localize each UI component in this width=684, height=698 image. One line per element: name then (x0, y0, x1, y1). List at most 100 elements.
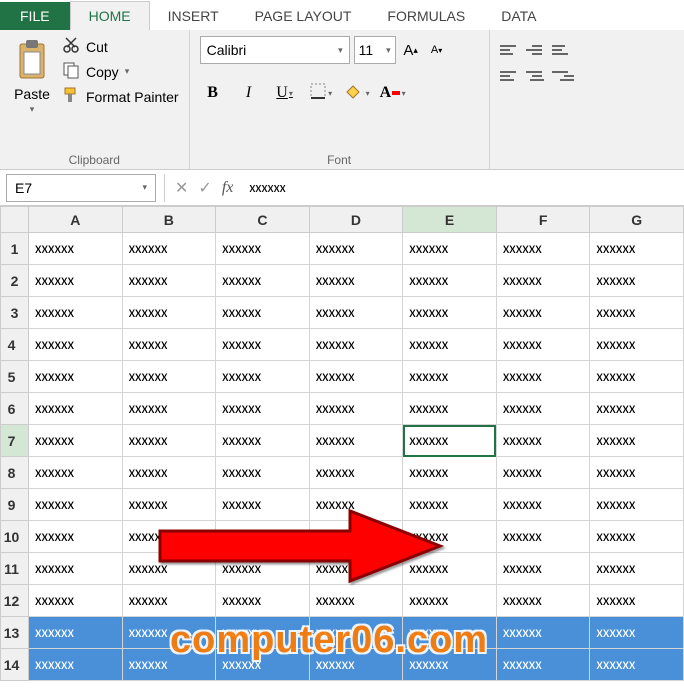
cell-E2[interactable]: xxxxxx (403, 265, 497, 297)
cell-G5[interactable]: xxxxxx (590, 361, 684, 393)
cell-C2[interactable]: xxxxxx (216, 265, 310, 297)
cell-C10[interactable]: xxxxxx (216, 521, 310, 553)
format-painter-button[interactable]: Format Painter (62, 86, 179, 107)
cell-A6[interactable]: xxxxxx (29, 393, 123, 425)
cell-E9[interactable]: xxxxxx (403, 489, 497, 521)
cell-E12[interactable]: xxxxxx (403, 585, 497, 617)
cell-A9[interactable]: xxxxxx (29, 489, 123, 521)
row-header-13[interactable]: 13 (1, 617, 29, 649)
cell-E13[interactable]: xxxxxx (403, 617, 497, 649)
cell-F12[interactable]: xxxxxx (496, 585, 590, 617)
cell-G2[interactable]: xxxxxx (590, 265, 684, 297)
cell-B3[interactable]: xxxxxx (122, 297, 216, 329)
italic-button[interactable]: I (236, 80, 262, 106)
name-box[interactable]: E7 ▾ (6, 174, 156, 202)
cell-D14[interactable]: xxxxxx (309, 649, 403, 681)
cell-E6[interactable]: xxxxxx (403, 393, 497, 425)
col-header-E[interactable]: E (403, 207, 497, 233)
cell-F1[interactable]: xxxxxx (496, 233, 590, 265)
cell-B12[interactable]: xxxxxx (122, 585, 216, 617)
shrink-font-button[interactable]: A▾ (426, 39, 448, 61)
row-header-8[interactable]: 8 (1, 457, 29, 489)
cell-A10[interactable]: xxxxxx (29, 521, 123, 553)
cell-D12[interactable]: xxxxxx (309, 585, 403, 617)
cell-F2[interactable]: xxxxxx (496, 265, 590, 297)
cell-E7[interactable]: xxxxxx (403, 425, 497, 457)
row-header-10[interactable]: 10 (1, 521, 29, 553)
cell-C1[interactable]: xxxxxx (216, 233, 310, 265)
cell-C8[interactable]: xxxxxx (216, 457, 310, 489)
cancel-icon[interactable]: ✕ (175, 178, 188, 198)
cell-A2[interactable]: xxxxxx (29, 265, 123, 297)
align-center-button[interactable] (526, 66, 548, 86)
cell-B1[interactable]: xxxxxx (122, 233, 216, 265)
col-header-C[interactable]: C (216, 207, 310, 233)
cell-G1[interactable]: xxxxxx (590, 233, 684, 265)
cell-G9[interactable]: xxxxxx (590, 489, 684, 521)
col-header-A[interactable]: A (29, 207, 123, 233)
font-name-select[interactable]: Calibri ▾ (200, 36, 350, 64)
cell-C9[interactable]: xxxxxx (216, 489, 310, 521)
tab-page-layout[interactable]: PAGE LAYOUT (237, 2, 370, 30)
cell-E4[interactable]: xxxxxx (403, 329, 497, 361)
cell-F10[interactable]: xxxxxx (496, 521, 590, 553)
align-right-button[interactable] (552, 66, 574, 86)
cell-E14[interactable]: xxxxxx (403, 649, 497, 681)
row-header-2[interactable]: 2 (1, 265, 29, 297)
cell-F6[interactable]: xxxxxx (496, 393, 590, 425)
cell-A12[interactable]: xxxxxx (29, 585, 123, 617)
cell-C14[interactable]: xxxxxx (216, 649, 310, 681)
cell-F11[interactable]: xxxxxx (496, 553, 590, 585)
row-header-6[interactable]: 6 (1, 393, 29, 425)
cell-G11[interactable]: xxxxxx (590, 553, 684, 585)
border-button[interactable]: ▾ (308, 80, 334, 106)
cell-F14[interactable]: xxxxxx (496, 649, 590, 681)
cell-D10[interactable]: xxxxxx (309, 521, 403, 553)
grow-font-button[interactable]: A▴ (400, 39, 422, 61)
cell-C12[interactable]: xxxxxx (216, 585, 310, 617)
cell-C4[interactable]: xxxxxx (216, 329, 310, 361)
cell-D4[interactable]: xxxxxx (309, 329, 403, 361)
cell-A5[interactable]: xxxxxx (29, 361, 123, 393)
align-top-button[interactable] (500, 40, 522, 60)
cell-D5[interactable]: xxxxxx (309, 361, 403, 393)
row-header-14[interactable]: 14 (1, 649, 29, 681)
tab-file[interactable]: FILE (0, 2, 70, 30)
cell-A8[interactable]: xxxxxx (29, 457, 123, 489)
cell-B13[interactable]: xxxxxx (122, 617, 216, 649)
font-size-select[interactable]: 11 ▾ (354, 36, 396, 64)
cell-B14[interactable]: xxxxxx (122, 649, 216, 681)
cell-A7[interactable]: xxxxxx (29, 425, 123, 457)
cell-D2[interactable]: xxxxxx (309, 265, 403, 297)
row-header-3[interactable]: 3 (1, 297, 29, 329)
cell-G6[interactable]: xxxxxx (590, 393, 684, 425)
cell-C11[interactable]: xxxxxx (216, 553, 310, 585)
worksheet[interactable]: ABCDEFG1xxxxxxxxxxxxxxxxxxxxxxxxxxxxxxxx… (0, 206, 684, 681)
tab-home[interactable]: HOME (70, 1, 150, 30)
cell-D13[interactable]: xxxxxx (309, 617, 403, 649)
cell-G7[interactable]: xxxxxx (590, 425, 684, 457)
cell-B9[interactable]: xxxxxx (122, 489, 216, 521)
cell-F7[interactable]: xxxxxx (496, 425, 590, 457)
cell-A11[interactable]: xxxxxx (29, 553, 123, 585)
cell-A3[interactable]: xxxxxx (29, 297, 123, 329)
cell-E1[interactable]: xxxxxx (403, 233, 497, 265)
underline-button[interactable]: U▾ (272, 80, 298, 106)
cell-D11[interactable]: xxxxxx (309, 553, 403, 585)
cell-B11[interactable]: xxxxxx (122, 553, 216, 585)
cell-D8[interactable]: xxxxxx (309, 457, 403, 489)
cell-B4[interactable]: xxxxxx (122, 329, 216, 361)
tab-data[interactable]: DATA (483, 2, 554, 30)
align-bottom-button[interactable] (552, 40, 574, 60)
cell-A4[interactable]: xxxxxx (29, 329, 123, 361)
cell-F4[interactable]: xxxxxx (496, 329, 590, 361)
cell-A14[interactable]: xxxxxx (29, 649, 123, 681)
cell-F9[interactable]: xxxxxx (496, 489, 590, 521)
cell-G12[interactable]: xxxxxx (590, 585, 684, 617)
cell-D7[interactable]: xxxxxx (309, 425, 403, 457)
cell-C13[interactable]: xxxxxx (216, 617, 310, 649)
cell-C7[interactable]: xxxxxx (216, 425, 310, 457)
cell-F5[interactable]: xxxxxx (496, 361, 590, 393)
cell-F13[interactable]: xxxxxx (496, 617, 590, 649)
align-middle-button[interactable] (526, 40, 548, 60)
